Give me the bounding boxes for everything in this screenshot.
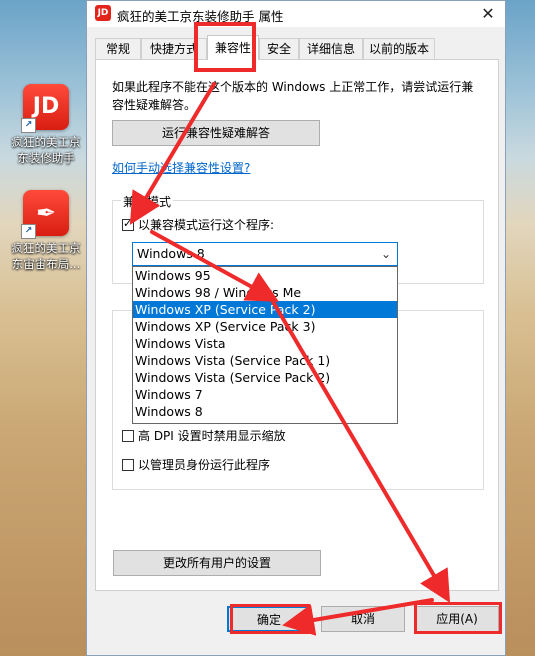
tab-security[interactable]: 安全 <box>259 38 299 59</box>
dpi-scaling-checkbox[interactable]: 高 DPI 设置时禁用显示缩放 <box>122 427 286 444</box>
option-win7[interactable]: Windows 7 <box>133 386 397 403</box>
checkbox-empty-icon <box>122 458 134 471</box>
os-version-dropdown: Windows 95 Windows 98 / Windows Me Windo… <box>132 266 398 424</box>
manual-compat-link[interactable]: 如何手动选择兼容性设置? <box>112 159 250 176</box>
app-icon: JD <box>95 5 111 21</box>
annotation-highlight-tab <box>194 22 256 72</box>
desktop-icon-label: 疯狂的美工京 东装修助手 <box>11 135 81 165</box>
option-win8[interactable]: Windows 8 <box>133 403 397 420</box>
os-version-selected: Windows 8 <box>137 246 205 261</box>
os-version-select[interactable]: Windows 8 ⌄ <box>132 242 398 266</box>
option-win98-me[interactable]: Windows 98 / Windows Me <box>133 284 397 301</box>
run-as-admin-checkbox[interactable]: 以管理员身份运行此程序 <box>122 456 270 473</box>
close-icon[interactable]: ✕ <box>477 3 499 25</box>
option-winxp-sp3[interactable]: Windows XP (Service Pack 3) <box>133 318 397 335</box>
dpi-scaling-label: 高 DPI 设置时禁用显示缩放 <box>138 429 286 443</box>
compatibility-pane: 如果此程序不能在这个版本的 Windows 上正常工作，请尝试运行兼容性疑难解答… <box>95 59 499 591</box>
feather-app-icon: ✒ ↗ <box>21 190 69 239</box>
checkbox-checked-icon <box>122 217 134 231</box>
desktop-icon-layout-tool[interactable]: ✒ ↗ 疯狂的美工京 东宙宙布局... <box>8 190 84 272</box>
cancel-button[interactable]: 取消 <box>321 606 405 632</box>
chevron-down-icon: ⌄ <box>380 247 391 261</box>
desktop-icon-jd-helper[interactable]: JD ↗ 疯狂的美工京 东装修助手 <box>8 84 84 166</box>
annotation-highlight-ok <box>230 604 310 634</box>
option-win95[interactable]: Windows 95 <box>133 267 397 284</box>
change-all-users-button[interactable]: 更改所有用户的设置 <box>113 550 321 576</box>
compat-mode-checkbox[interactable]: 以兼容模式运行这个程序: <box>122 216 274 233</box>
annotation-highlight-apply <box>414 602 502 634</box>
jd-app-icon: JD ↗ <box>21 84 69 133</box>
option-vista-sp1[interactable]: Windows Vista (Service Pack 1) <box>133 352 397 369</box>
checkbox-empty-icon <box>122 429 134 442</box>
title-bar[interactable]: JD 疯狂的美工京东装修助手 属性 ✕ <box>87 1 505 27</box>
shortcut-arrow-icon: ↗ <box>21 118 36 133</box>
properties-dialog: JD 疯狂的美工京东装修助手 属性 ✕ 常规 快捷方式 兼容性 安全 详细信息 … <box>86 0 506 656</box>
compat-mode-checkbox-label: 以兼容模式运行这个程序: <box>138 218 275 232</box>
option-vista[interactable]: Windows Vista <box>133 335 397 352</box>
desktop-icon-label: 疯狂的美工京 东宙宙布局... <box>11 241 81 271</box>
compat-mode-title: 兼容模式 <box>121 193 174 210</box>
tab-details[interactable]: 详细信息 <box>299 38 363 59</box>
option-winxp-sp2[interactable]: Windows XP (Service Pack 2) <box>133 301 397 318</box>
intro-text: 如果此程序不能在这个版本的 Windows 上正常工作，请尝试运行兼容性疑难解答… <box>112 80 474 112</box>
tab-general[interactable]: 常规 <box>95 38 141 59</box>
shortcut-arrow-icon: ↗ <box>21 224 36 239</box>
run-as-admin-label: 以管理员身份运行此程序 <box>138 458 271 472</box>
tab-strip: 常规 快捷方式 兼容性 安全 详细信息 以前的版本 <box>95 35 499 60</box>
option-vista-sp2[interactable]: Windows Vista (Service Pack 2) <box>133 369 397 386</box>
run-troubleshooter-button[interactable]: 运行兼容性疑难解答 <box>112 120 320 146</box>
tab-previous-versions[interactable]: 以前的版本 <box>363 38 435 59</box>
